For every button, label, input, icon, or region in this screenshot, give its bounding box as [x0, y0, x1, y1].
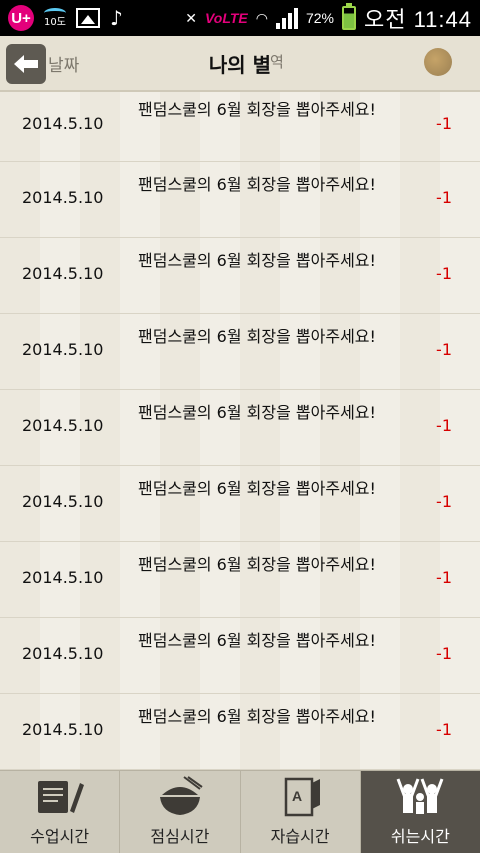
item-amount: -1: [436, 188, 452, 207]
list-item[interactable]: 2014.5.10 팬덤스쿨의 6월 회장을 뽑아주세요! -1: [0, 618, 480, 694]
item-title: 팬덤스쿨의 6월 회장을 뽑아주세요!: [138, 251, 376, 270]
tab-label: 자습시간: [270, 827, 330, 846]
study-paper-icon: A: [274, 775, 326, 819]
battery-icon: [341, 3, 356, 30]
item-date: 2014.5.10: [22, 492, 104, 511]
tab-class-time[interactable]: 수업시간: [0, 771, 121, 853]
item-amount: -1: [436, 644, 452, 663]
mute-icon: ✕: [185, 9, 197, 26]
item-date: 2014.5.10: [22, 114, 104, 133]
item-title: 팬덤스쿨의 6월 회장을 뽑아주세요!: [138, 479, 376, 498]
list-item[interactable]: 2014.5.10 팬덤스쿨의 6월 회장을 뽑아주세요! -1: [0, 92, 480, 162]
bottom-nav: 수업시간 점심시간 A 자습시간 쉬는시간: [0, 770, 480, 853]
tab-lunch-time[interactable]: 점심시간: [120, 771, 241, 853]
star-coin-icon: [424, 48, 452, 76]
list-item[interactable]: 2014.5.10 팬덤스쿨의 6월 회장을 뽑아주세요! -1: [0, 390, 480, 466]
list-item[interactable]: 2014.5.10 팬덤스쿨의 6월 회장을 뽑아주세요! -1: [0, 162, 480, 238]
item-date: 2014.5.10: [22, 416, 104, 435]
item-title: 팬덤스쿨의 6월 회장을 뽑아주세요!: [138, 327, 376, 346]
page-title: 나의 별: [208, 53, 272, 77]
item-amount: -1: [436, 568, 452, 587]
list-item[interactable]: 2014.5.10 팬덤스쿨의 6월 회장을 뽑아주세요! -1: [0, 466, 480, 542]
item-amount: -1: [436, 720, 452, 739]
clock: 오전 11:44: [363, 7, 472, 32]
svg-text:A: A: [292, 788, 302, 804]
volte-badge: VoLTE: [204, 10, 248, 26]
list-item[interactable]: 2014.5.10 팬덤스쿨의 6월 회장을 뽑아주세요! -1: [0, 542, 480, 618]
item-amount: -1: [436, 416, 452, 435]
gallery-icon: [76, 8, 100, 28]
rice-bowl-icon: [154, 775, 206, 819]
tab-label: 쉬는시간: [390, 827, 450, 846]
music-icon: ♪: [110, 6, 123, 30]
tab-label: 수업시간: [30, 827, 90, 846]
item-amount: -1: [436, 492, 452, 511]
status-bar: U+ 10도 ♪ ✕ VoLTE ◠ 72% 오전 11:44: [0, 0, 480, 36]
notebook-pen-icon: [34, 775, 86, 819]
tab-break-time[interactable]: 쉬는시간: [360, 771, 480, 853]
item-date: 2014.5.10: [22, 720, 104, 739]
item-title: 팬덤스쿨의 6월 회장을 뽑아주세요!: [138, 631, 376, 650]
item-amount: -1: [436, 114, 452, 133]
list-item[interactable]: 2014.5.10 팬덤스쿨의 6월 회장을 뽑아주세요! -1: [0, 694, 480, 770]
item-title: 팬덤스쿨의 6월 회장을 뽑아주세요!: [138, 100, 376, 119]
wifi-icon: ◠: [255, 9, 268, 26]
cheering-people-icon: [394, 775, 446, 819]
carrier-logo-icon: U+: [8, 5, 34, 31]
tab-label: 점심시간: [150, 827, 210, 846]
item-title: 팬덤스쿨의 6월 회장을 뽑아주세요!: [138, 707, 376, 726]
item-title: 팬덤스쿨의 6월 회장을 뽑아주세요!: [138, 555, 376, 574]
weather-widget: 10도: [44, 8, 66, 28]
item-title: 팬덤스쿨의 6월 회장을 뽑아주세요!: [138, 403, 376, 422]
battery-percent: 72%: [305, 10, 334, 26]
item-date: 2014.5.10: [22, 188, 104, 207]
item-amount: -1: [436, 264, 452, 283]
item-date: 2014.5.10: [22, 568, 104, 587]
list-item[interactable]: 2014.5.10 팬덤스쿨의 6월 회장을 뽑아주세요! -1: [0, 238, 480, 314]
app-header: 날짜 나의 별 역: [0, 36, 480, 92]
item-date: 2014.5.10: [22, 644, 104, 663]
item-amount: -1: [436, 340, 452, 359]
item-date: 2014.5.10: [22, 264, 104, 283]
item-date: 2014.5.10: [22, 340, 104, 359]
column-header-history: 역: [270, 53, 284, 71]
star-history-list: 2014.5.10 팬덤스쿨의 6월 회장을 뽑아주세요! -1 2014.5.…: [0, 92, 480, 770]
item-title: 팬덤스쿨의 6월 회장을 뽑아주세요!: [138, 175, 376, 194]
signal-icon: [275, 7, 298, 29]
weather-temp: 10도: [44, 17, 66, 28]
list-item[interactable]: 2014.5.10 팬덤스쿨의 6월 회장을 뽑아주세요! -1: [0, 314, 480, 390]
tab-study-time[interactable]: A 자습시간: [241, 771, 361, 853]
